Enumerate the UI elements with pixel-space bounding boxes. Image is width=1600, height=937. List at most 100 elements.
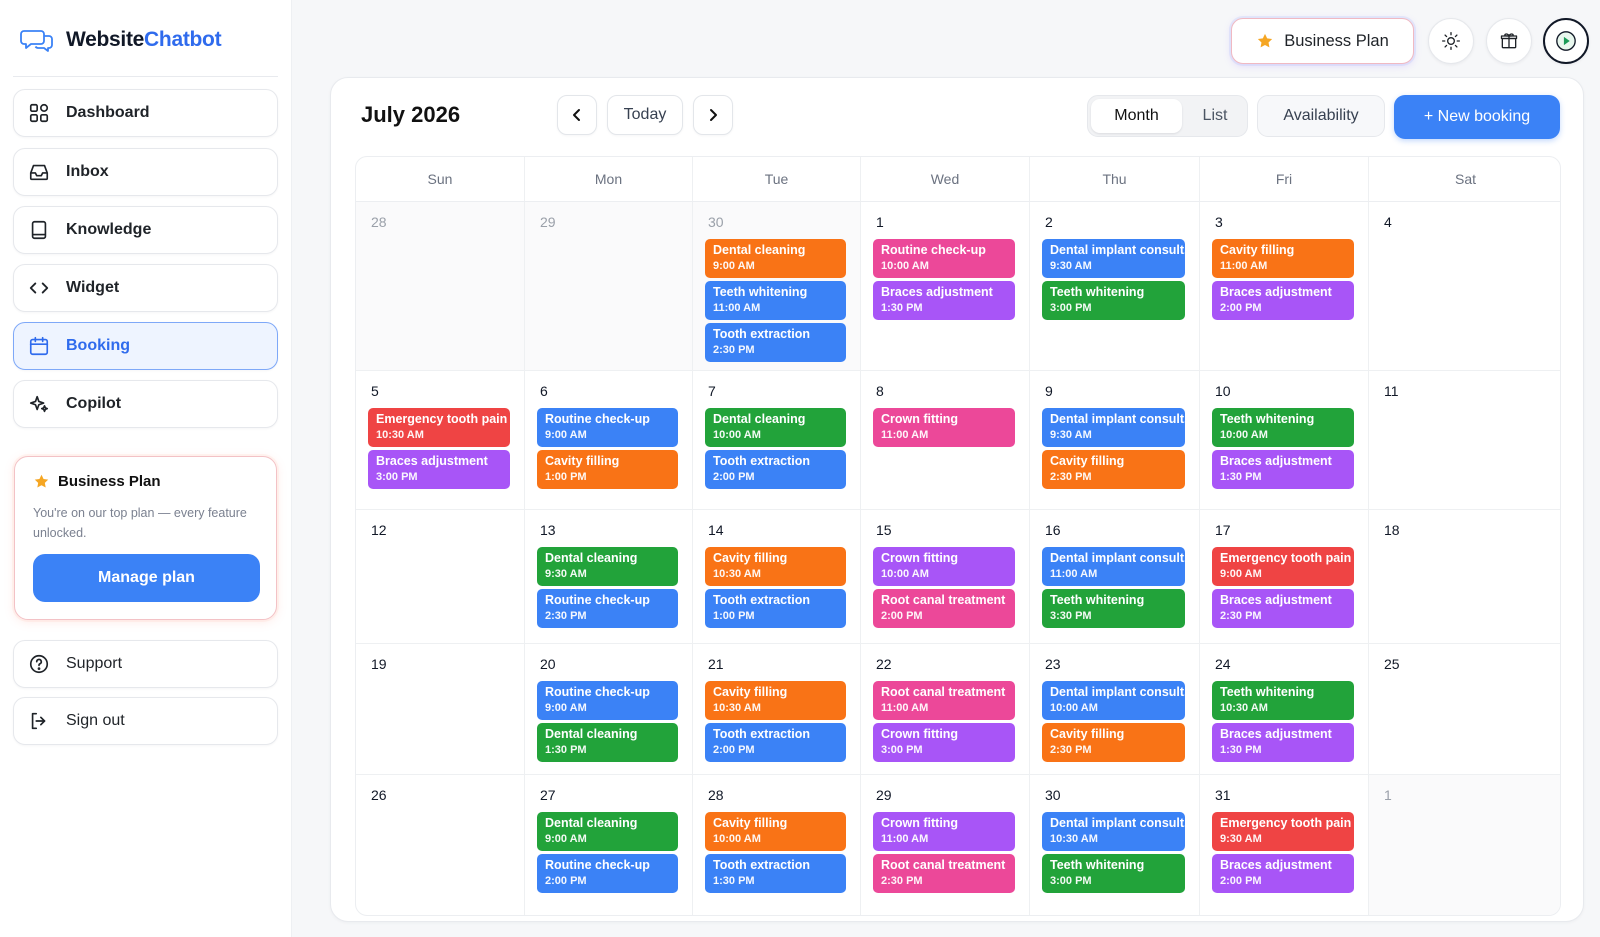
calendar-day-cell[interactable]: 10 Teeth whitening 10:00 AM Braces adjustme… — [1200, 371, 1369, 510]
booking-event[interactable]: Dental cleaning 9:00 AM — [537, 812, 678, 851]
booking-event[interactable]: Dental implant consult. 11:00 AM — [1042, 547, 1185, 586]
calendar-day-cell[interactable]: 4 — [1369, 202, 1560, 371]
next-month-button[interactable] — [693, 95, 733, 135]
calendar-day-cell[interactable]: 3 Cavity filling 11:00 AM Braces adjustment… — [1200, 202, 1369, 371]
profile-avatar[interactable] — [1543, 18, 1589, 64]
booking-event[interactable]: Dental implant consult. 10:00 AM — [1042, 681, 1185, 720]
calendar-day-cell[interactable]: 23 Dental implant consult. 10:00 AM Cavity … — [1030, 644, 1200, 775]
calendar-day-cell[interactable]: 28 Cavity filling 10:00 AM Tooth extraction… — [693, 775, 861, 915]
booking-event[interactable]: Braces adjustment 1:30 PM — [1212, 450, 1354, 489]
booking-event[interactable]: Braces adjustment 1:30 PM — [873, 281, 1015, 320]
booking-event[interactable]: Braces adjustment 2:00 PM — [1212, 281, 1354, 320]
calendar-day-cell[interactable]: 13 Dental cleaning 9:30 AM Routine check-up… — [525, 510, 693, 644]
booking-event[interactable]: Emergency tooth pain 9:00 AM — [1212, 547, 1354, 586]
booking-event[interactable]: Braces adjustment 1:30 PM — [1212, 723, 1354, 762]
booking-event[interactable]: Cavity filling 10:30 AM — [705, 681, 846, 720]
sidebar-item-dashboard[interactable]: Dashboard — [13, 89, 278, 137]
booking-event[interactable]: Dental implant consult. 10:30 AM — [1042, 812, 1185, 851]
booking-event[interactable]: Tooth extraction 2:30 PM — [705, 323, 846, 362]
sidebar-item-support[interactable]: Support — [13, 640, 278, 688]
booking-event[interactable]: Cavity filling 10:00 AM — [705, 812, 846, 851]
booking-event[interactable]: Dental implant consult. 9:30 AM — [1042, 408, 1185, 447]
theme-toggle-button[interactable] — [1428, 18, 1474, 64]
booking-event[interactable]: Crown fitting 11:00 AM — [873, 812, 1015, 851]
booking-event[interactable]: Emergency tooth pain 10:30 AM — [368, 408, 510, 447]
booking-event[interactable]: Teeth whitening 3:00 PM — [1042, 854, 1185, 893]
view-month-tab[interactable]: Month — [1091, 99, 1182, 133]
calendar-day-cell[interactable]: 2 Dental implant consult. 9:30 AM Teeth whi… — [1030, 202, 1200, 371]
gift-button[interactable] — [1486, 18, 1532, 64]
booking-event[interactable]: Crown fitting 3:00 PM — [873, 723, 1015, 762]
calendar-day-cell[interactable]: 28 — [356, 202, 525, 371]
calendar-day-cell[interactable]: 29 — [525, 202, 693, 371]
sidebar-item-booking[interactable]: Booking — [13, 322, 278, 370]
business-plan-button[interactable]: Business Plan — [1231, 18, 1414, 64]
booking-event[interactable]: Cavity filling 2:30 PM — [1042, 450, 1185, 489]
sidebar-item-sign-out[interactable]: Sign out — [13, 697, 278, 745]
booking-event[interactable]: Root canal treatment 11:00 AM — [873, 681, 1015, 720]
calendar-day-cell[interactable]: 19 — [356, 644, 525, 775]
booking-event[interactable]: Tooth extraction 1:00 PM — [705, 589, 846, 628]
booking-event[interactable]: Tooth extraction 2:00 PM — [705, 723, 846, 762]
calendar-day-cell[interactable]: 11 — [1369, 371, 1560, 510]
calendar-day-cell[interactable]: 24 Teeth whitening 10:30 AM Braces adjustme… — [1200, 644, 1369, 775]
calendar-day-cell[interactable]: 5 Emergency tooth pain 10:30 AM Braces adju… — [356, 371, 525, 510]
calendar-day-cell[interactable]: 16 Dental implant consult. 11:00 AM Teeth w… — [1030, 510, 1200, 644]
calendar-day-cell[interactable]: 25 — [1369, 644, 1560, 775]
booking-event[interactable]: Root canal treatment 2:30 PM — [873, 854, 1015, 893]
booking-event[interactable]: Tooth extraction 2:00 PM — [705, 450, 846, 489]
booking-event[interactable]: Dental cleaning 9:00 AM — [705, 239, 846, 278]
calendar-day-cell[interactable]: 14 Cavity filling 10:30 AM Tooth extraction… — [693, 510, 861, 644]
calendar-day-cell[interactable]: 26 — [356, 775, 525, 915]
booking-event[interactable]: Routine check-up 10:00 AM — [873, 239, 1015, 278]
booking-event[interactable]: Dental cleaning 1:30 PM — [537, 723, 678, 762]
calendar-day-cell[interactable]: 30 Dental cleaning 9:00 AM Teeth whitening 1… — [693, 202, 861, 371]
booking-event[interactable]: Tooth extraction 1:30 PM — [705, 854, 846, 893]
booking-event[interactable]: Teeth whitening 10:30 AM — [1212, 681, 1354, 720]
booking-event[interactable]: Crown fitting 10:00 AM — [873, 547, 1015, 586]
today-button[interactable]: Today — [607, 95, 683, 135]
calendar-day-cell[interactable]: 18 — [1369, 510, 1560, 644]
calendar-day-cell[interactable]: 17 Emergency tooth pain 9:00 AM Braces adju… — [1200, 510, 1369, 644]
booking-event[interactable]: Cavity filling 2:30 PM — [1042, 723, 1185, 762]
booking-event[interactable]: Teeth whitening 10:00 AM — [1212, 408, 1354, 447]
calendar-day-cell[interactable]: 20 Routine check-up 9:00 AM Dental cleaning… — [525, 644, 693, 775]
booking-event[interactable]: Braces adjustment 2:00 PM — [1212, 854, 1354, 893]
booking-event[interactable]: Teeth whitening 3:30 PM — [1042, 589, 1185, 628]
booking-event[interactable]: Root canal treatment 2:00 PM — [873, 589, 1015, 628]
calendar-day-cell[interactable]: 21 Cavity filling 10:30 AM Tooth extraction… — [693, 644, 861, 775]
booking-event[interactable]: Cavity filling 1:00 PM — [537, 450, 678, 489]
sidebar-item-widget[interactable]: Widget — [13, 264, 278, 312]
calendar-day-cell[interactable]: 22 Root canal treatment 11:00 AM Crown fitt… — [861, 644, 1030, 775]
calendar-day-cell[interactable]: 15 Crown fitting 10:00 AM Root canal treatm… — [861, 510, 1030, 644]
booking-event[interactable]: Dental implant consult. 9:30 AM — [1042, 239, 1185, 278]
calendar-day-cell[interactable]: 8 Crown fitting 11:00 AM — [861, 371, 1030, 510]
booking-event[interactable]: Emergency tooth pain 9:30 AM — [1212, 812, 1354, 851]
booking-event[interactable]: Teeth whitening 3:00 PM — [1042, 281, 1185, 320]
booking-event[interactable]: Routine check-up 2:00 PM — [537, 854, 678, 893]
sidebar-item-inbox[interactable]: Inbox — [13, 148, 278, 196]
booking-event[interactable]: Braces adjustment 2:30 PM — [1212, 589, 1354, 628]
brand[interactable]: WebsiteChatbot — [20, 24, 222, 56]
booking-event[interactable]: Routine check-up 9:00 AM — [537, 681, 678, 720]
calendar-day-cell[interactable]: 27 Dental cleaning 9:00 AM Routine check-up… — [525, 775, 693, 915]
calendar-day-cell[interactable]: 29 Crown fitting 11:00 AM Root canal treatm… — [861, 775, 1030, 915]
manage-plan-button[interactable]: Manage plan — [33, 554, 260, 602]
booking-event[interactable]: Routine check-up 9:00 AM — [537, 408, 678, 447]
calendar-day-cell[interactable]: 12 — [356, 510, 525, 644]
new-booking-button[interactable]: + New booking — [1394, 95, 1560, 139]
calendar-day-cell[interactable]: 9 Dental implant consult. 9:30 AM Cavity fi… — [1030, 371, 1200, 510]
prev-month-button[interactable] — [557, 95, 597, 135]
booking-event[interactable]: Braces adjustment 3:00 PM — [368, 450, 510, 489]
calendar-day-cell[interactable]: 1 — [1369, 775, 1560, 915]
sidebar-item-copilot[interactable]: Copilot — [13, 380, 278, 428]
booking-event[interactable]: Cavity filling 11:00 AM — [1212, 239, 1354, 278]
calendar-day-cell[interactable]: 30 Dental implant consult. 10:30 AM Teeth w… — [1030, 775, 1200, 915]
view-list-tab[interactable]: List — [1184, 99, 1246, 133]
calendar-day-cell[interactable]: 1 Routine check-up 10:00 AM Braces adjustme… — [861, 202, 1030, 371]
booking-event[interactable]: Dental cleaning 10:00 AM — [705, 408, 846, 447]
booking-event[interactable]: Dental cleaning 9:30 AM — [537, 547, 678, 586]
booking-event[interactable]: Routine check-up 2:30 PM — [537, 589, 678, 628]
booking-event[interactable]: Teeth whitening 11:00 AM — [705, 281, 846, 320]
availability-button[interactable]: Availability — [1257, 95, 1385, 137]
